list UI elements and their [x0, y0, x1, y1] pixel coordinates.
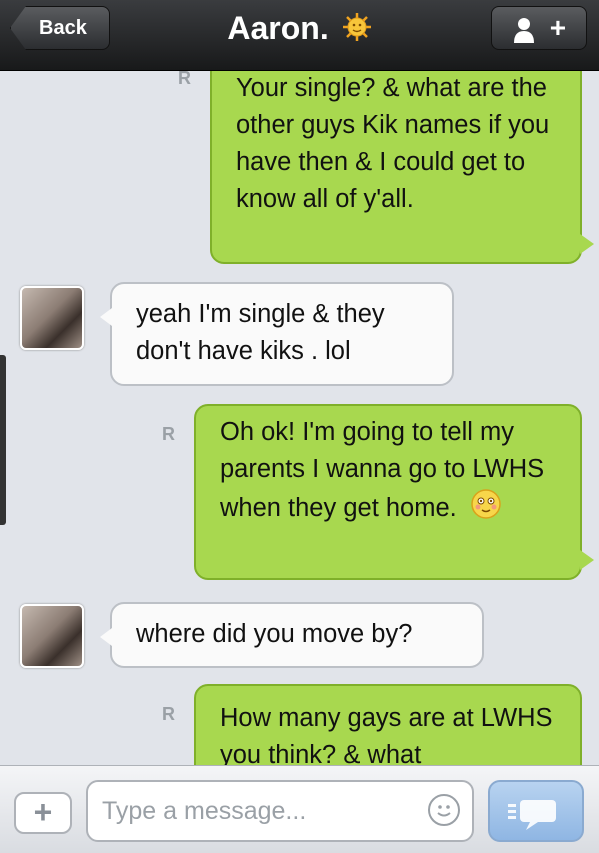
read-receipt-icon: R: [162, 704, 175, 724]
message-text: Your single? & what are the other guys K…: [236, 74, 550, 213]
read-receipt-icon: R: [178, 70, 191, 88]
composer-bar: +: [0, 765, 599, 853]
add-contact-button[interactable]: +: [491, 6, 587, 50]
flushed-smile-emoji-icon: [470, 488, 502, 531]
top-nav-bar: Back Aaron. +: [0, 0, 599, 71]
incoming-message[interactable]: yeah I'm single & they don't have kiks .…: [100, 282, 454, 386]
outgoing-message[interactable]: Oh ok! I'm going to tell my parents I wa…: [194, 404, 594, 580]
add-contact-plus: +: [549, 12, 567, 43]
attach-button[interactable]: +: [14, 792, 72, 834]
contact-name: Aaron.: [227, 10, 329, 46]
send-button[interactable]: [488, 780, 584, 842]
message-text: where did you move by?: [136, 620, 413, 648]
smiley-icon[interactable]: [428, 794, 460, 826]
add-person-icon: [512, 12, 550, 43]
sun-emoji-icon: [342, 11, 372, 51]
outgoing-message[interactable]: How many gays are at LWHS you think? & w…: [194, 684, 582, 765]
outgoing-message[interactable]: Your single? & what are the other guys K…: [210, 70, 594, 264]
message-text: yeah I'm single & they don't have kiks .…: [136, 300, 385, 365]
scroll-indicator: [0, 355, 6, 525]
read-receipt-icon: R: [162, 424, 175, 444]
message-input[interactable]: [86, 780, 474, 842]
contact-avatar[interactable]: [20, 286, 84, 350]
contact-avatar[interactable]: [20, 604, 84, 668]
send-icon: [490, 800, 582, 844]
incoming-message[interactable]: where did you move by?: [100, 602, 484, 668]
conversation-area[interactable]: R Your single? & what are the other guys…: [0, 70, 599, 765]
message-text: How many gays are at LWHS you think? & w…: [220, 704, 553, 765]
